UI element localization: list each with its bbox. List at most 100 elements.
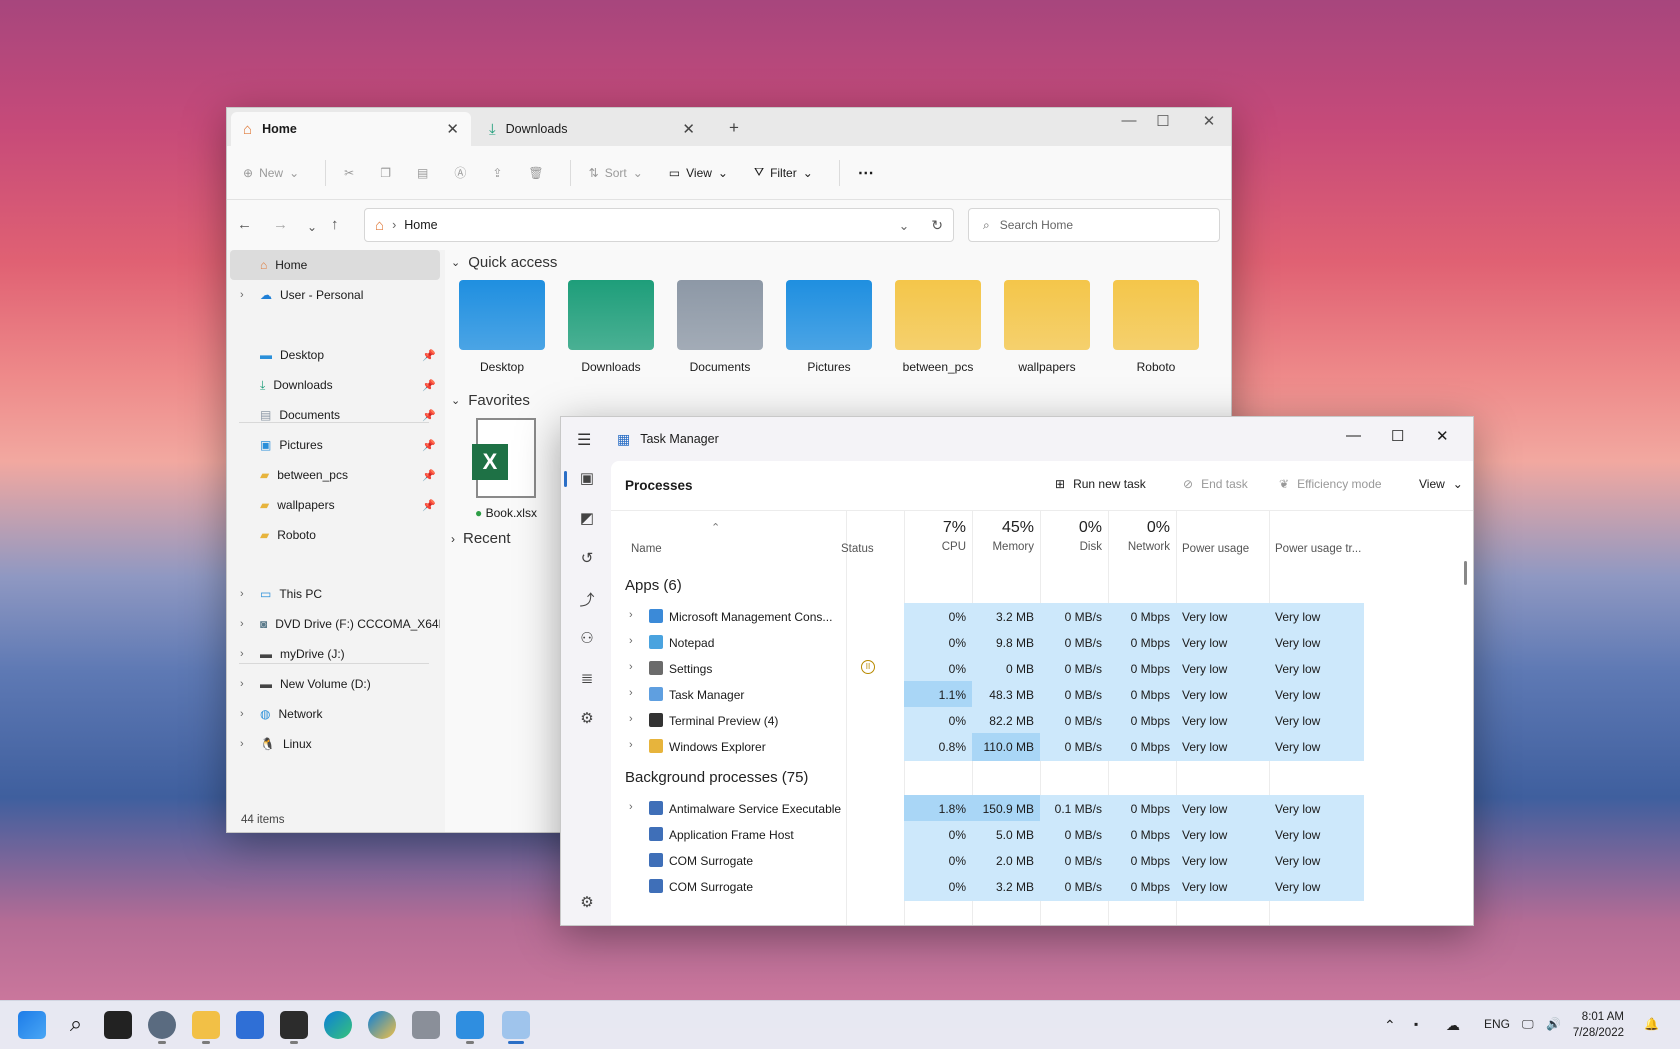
search-input[interactable]: ⌕ Search Home xyxy=(968,208,1220,242)
column-header-cpu[interactable]: 7% CPU xyxy=(904,519,966,553)
startup-icon[interactable]: ⤴ xyxy=(577,589,597,609)
back-icon[interactable]: ← xyxy=(237,216,252,233)
column-header-net[interactable]: 0% Network xyxy=(1108,519,1170,553)
chevron-right-icon[interactable]: › xyxy=(240,648,244,660)
process-row[interactable]: › Task Manager 1.1% 48.3 MB 0 MB/s 0 Mbps Very… xyxy=(611,681,1401,709)
sidebar-item[interactable]: › 🐧 Linux xyxy=(230,729,440,759)
edge-canary-icon[interactable] xyxy=(368,1011,396,1039)
process-row[interactable]: Application Frame Host 0% 5.0 MB 0 MB/s 0 Mb… xyxy=(611,821,1401,849)
settings-icon[interactable]: ⚙ xyxy=(577,893,597,913)
notification-icon[interactable]: 🔔 xyxy=(1644,1017,1659,1031)
tray-app-icon[interactable]: ▪ xyxy=(1414,1017,1418,1031)
expand-icon[interactable]: › xyxy=(629,661,633,673)
users-icon[interactable]: ⚇ xyxy=(577,629,597,649)
process-row[interactable]: › Microsoft Management Cons... 0% 3.2 MB 0 M… xyxy=(611,603,1401,631)
performance-icon[interactable]: ◩ xyxy=(577,509,597,529)
chevron-up-icon[interactable]: ⌃ xyxy=(1384,1017,1396,1034)
close-icon[interactable]: ✕ xyxy=(1436,427,1449,445)
copy-icon[interactable]: ❐ xyxy=(380,166,391,180)
chevron-down-icon[interactable]: ⌄ xyxy=(899,218,909,233)
paste-icon[interactable]: ▤ xyxy=(417,166,428,180)
sidebar-item[interactable]: › ☁ User - Personal xyxy=(230,280,440,310)
search-icon[interactable]: ⌕ xyxy=(62,1011,90,1039)
quick-access-item[interactable]: Documents xyxy=(673,280,767,374)
process-row[interactable]: › Notepad 0% 9.8 MB 0 MB/s 0 Mbps Very low Very… xyxy=(611,629,1401,657)
sidebar-item[interactable]: › ◍ Network xyxy=(230,699,440,729)
chevron-right-icon[interactable]: › xyxy=(240,678,244,690)
quick-access-item[interactable]: Pictures xyxy=(782,280,876,374)
expand-icon[interactable]: › xyxy=(629,687,633,699)
recent-locations-icon[interactable]: ⌄ xyxy=(307,220,317,234)
maximize-icon[interactable]: ☐ xyxy=(1391,427,1404,445)
expand-icon[interactable]: › xyxy=(629,713,633,725)
sidebar-item-home[interactable]: ⌂ Home xyxy=(230,250,440,280)
services-icon[interactable]: ⚙ xyxy=(577,709,597,729)
sidebar-item[interactable]: ▬ Desktop 📌 xyxy=(230,340,440,370)
task-view-icon[interactable] xyxy=(104,1011,132,1039)
process-row[interactable]: › Terminal Preview (4) 0% 82.2 MB 0 MB/s 0 Mb… xyxy=(611,707,1401,735)
tab-home[interactable]: ⌂ Home ✕ xyxy=(231,112,471,146)
sidebar-item[interactable]: › ◙ DVD Drive (F:) CCCOMA_X64FRE xyxy=(230,609,440,639)
expand-icon[interactable]: › xyxy=(629,609,633,621)
expand-icon[interactable]: › xyxy=(629,635,633,647)
efficiency-mode-button[interactable]: ❦ Efficiency mode xyxy=(1279,477,1382,491)
column-header-mem[interactable]: 45% Memory xyxy=(972,519,1034,553)
close-icon[interactable]: ✕ xyxy=(1191,112,1227,130)
quick-access-item[interactable]: wallpapers xyxy=(1000,280,1094,374)
snipping-tool-icon[interactable] xyxy=(412,1011,440,1039)
close-tab-icon[interactable]: ✕ xyxy=(446,120,459,138)
column-header-name[interactable]: Name xyxy=(625,543,785,555)
file-explorer-icon[interactable] xyxy=(192,1011,220,1039)
up-icon[interactable]: ↑ xyxy=(331,216,339,233)
task-manager-icon[interactable] xyxy=(502,1011,530,1039)
run-new-task-button[interactable]: ⊞ Run new task xyxy=(1055,477,1146,491)
expand-icon[interactable]: › xyxy=(629,739,633,751)
end-task-button[interactable]: ⊘ End task xyxy=(1183,477,1248,491)
network-icon[interactable]: 🖵 xyxy=(1522,1017,1534,1032)
cut-icon[interactable]: ✂ xyxy=(344,166,354,180)
sidebar-item[interactable]: ⤓ Downloads 📌 xyxy=(230,370,440,400)
close-tab-icon[interactable]: ✕ xyxy=(682,120,695,138)
maximize-icon[interactable]: ☐ xyxy=(1145,112,1181,130)
tab-downloads[interactable]: ⤓ Downloads ✕ xyxy=(477,112,707,146)
terminal-icon[interactable] xyxy=(280,1011,308,1039)
minimize-icon[interactable]: — xyxy=(1111,112,1147,129)
settings-icon[interactable] xyxy=(148,1011,176,1039)
recent-header[interactable]: › Recent xyxy=(451,530,511,547)
new-button[interactable]: ⊕ New ⌄ xyxy=(243,166,299,180)
sort-button[interactable]: ⇅ Sort ⌄ xyxy=(589,166,643,180)
rename-icon[interactable]: Ⓐ xyxy=(454,164,466,181)
refresh-icon[interactable]: ↻ xyxy=(931,217,943,234)
share-icon[interactable]: ⇪ xyxy=(492,166,502,180)
quick-access-item[interactable]: Desktop xyxy=(455,280,549,374)
hamburger-menu-icon[interactable]: ☰ xyxy=(577,430,591,450)
quick-access-item[interactable]: between_pcs xyxy=(891,280,985,374)
view-button[interactable]: View ⌄ xyxy=(1419,477,1463,491)
sidebar-item[interactable]: › ▭ This PC xyxy=(230,579,440,609)
column-header-disk[interactable]: 0% Disk xyxy=(1040,519,1102,553)
notepad-icon[interactable] xyxy=(456,1011,484,1039)
process-row[interactable]: › Windows Explorer 0.8% 110.0 MB 0 MB/s 0 Mbp… xyxy=(611,733,1401,761)
sidebar-item[interactable]: › ▬ myDrive (J:) xyxy=(230,639,440,669)
sidebar-item[interactable]: ▰ wallpapers 📌 xyxy=(230,490,440,520)
more-options-icon[interactable]: ⋯ xyxy=(858,163,874,183)
quick-access-item[interactable]: Roboto xyxy=(1109,280,1203,374)
sidebar-item[interactable]: ▤ Documents 📌 xyxy=(230,400,440,430)
onedrive-icon[interactable]: ☁ xyxy=(1446,1017,1460,1034)
chevron-right-icon[interactable]: › xyxy=(240,708,244,720)
process-row[interactable]: › Antimalware Service Executable 1.8% 150.9… xyxy=(611,795,1401,823)
new-tab-icon[interactable]: + xyxy=(729,118,739,138)
chevron-right-icon[interactable]: › xyxy=(240,289,244,301)
expand-icon[interactable]: › xyxy=(629,801,633,813)
sidebar-item[interactable]: › ▬ New Volume (D:) xyxy=(230,669,440,699)
store-icon[interactable] xyxy=(236,1011,264,1039)
view-button[interactable]: ▭ View ⌄ xyxy=(669,166,728,180)
scrollbar-thumb[interactable] xyxy=(1464,561,1467,585)
process-row[interactable]: COM Surrogate 0% 3.2 MB 0 MB/s 0 Mbps Very lo… xyxy=(611,873,1401,901)
quick-access-item[interactable]: Downloads xyxy=(564,280,658,374)
edge-icon[interactable] xyxy=(324,1011,352,1039)
details-icon[interactable]: ≣ xyxy=(577,669,597,689)
favorites-header[interactable]: ⌄ Favorites xyxy=(451,392,530,409)
chevron-right-icon[interactable]: › xyxy=(240,618,244,630)
language-indicator[interactable]: ENG xyxy=(1484,1017,1510,1031)
